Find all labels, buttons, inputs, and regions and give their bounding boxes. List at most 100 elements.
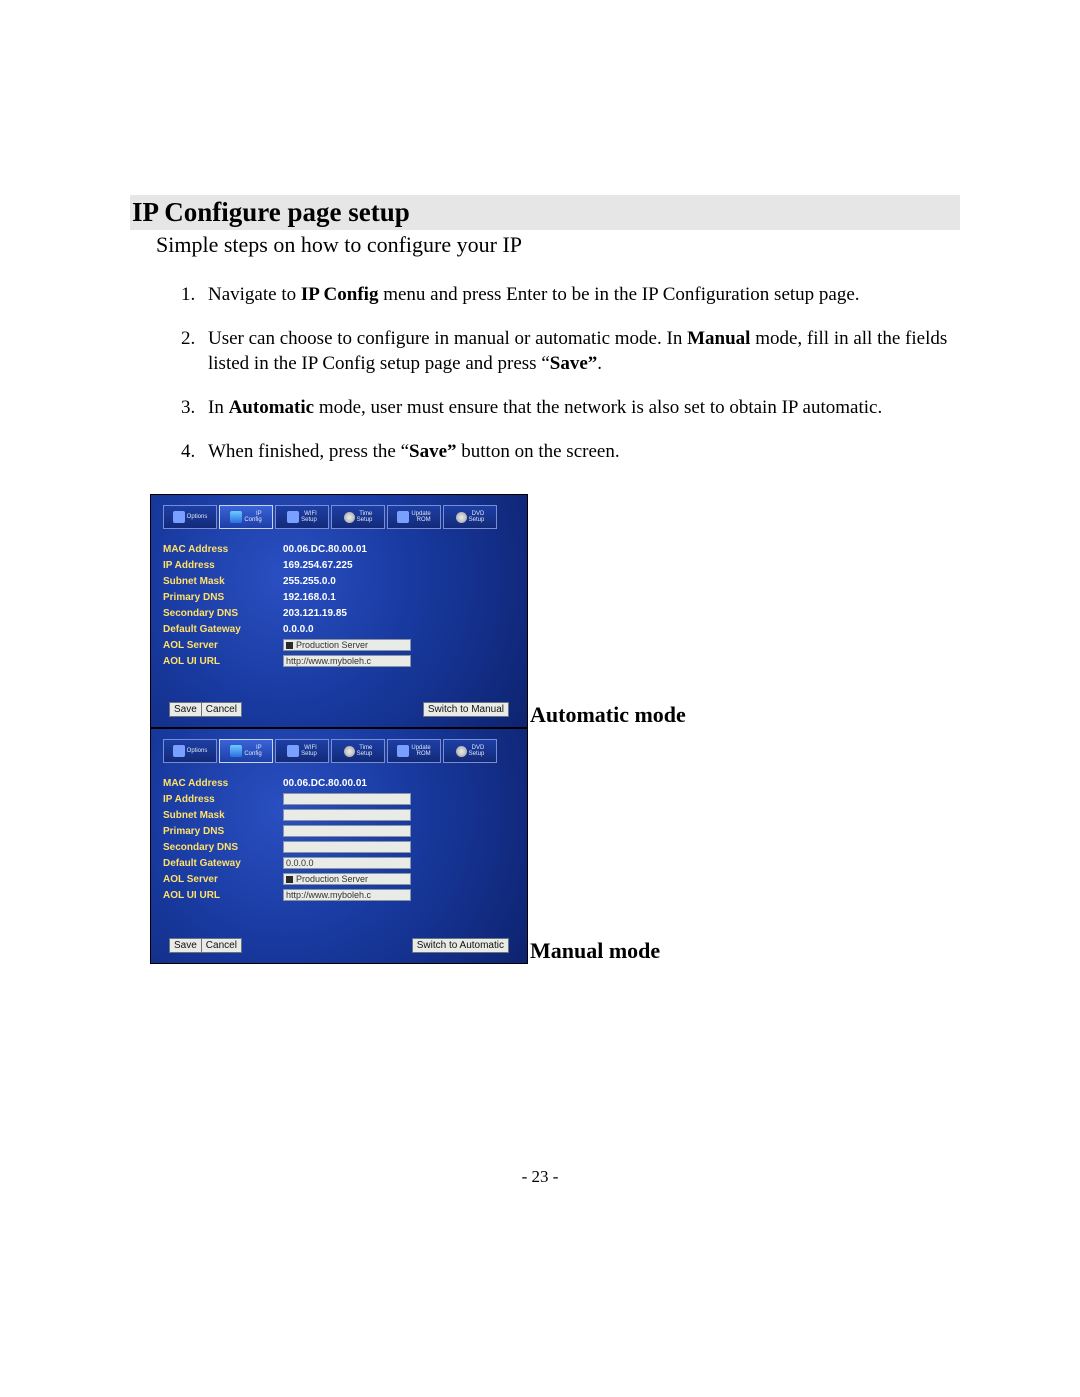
aol-url-input[interactable]: http://www.myboleh.c	[283, 889, 411, 901]
switch-to-automatic-button[interactable]: Switch to Automatic	[412, 938, 509, 953]
label-default-gateway: Default Gateway	[163, 858, 283, 869]
aol-url-input[interactable]: http://www.myboleh.c	[283, 655, 411, 667]
label-secondary-dns: Secondary DNS	[163, 842, 283, 853]
update-icon	[397, 511, 409, 523]
disc-icon	[456, 512, 467, 523]
label-primary-dns: Primary DNS	[163, 592, 283, 603]
text: In	[208, 397, 229, 418]
tab-label: Time Setup	[357, 745, 373, 757]
step-3: In Automatic mode, user must ensure that…	[200, 395, 950, 421]
value-mac-address: 00.06.DC.80.00.01	[283, 778, 367, 789]
text-bold: Save”	[409, 441, 457, 462]
step-1: Navigate to IP Config menu and press Ent…	[200, 282, 950, 308]
ip-config-icon	[230, 511, 242, 523]
caption-automatic-mode: Automatic mode	[530, 702, 686, 728]
label-default-gateway: Default Gateway	[163, 624, 283, 635]
label-secondary-dns: Secondary DNS	[163, 608, 283, 619]
step-4: When finished, press the “Save” button o…	[200, 439, 950, 465]
label-aol-server: AOL Server	[163, 640, 283, 651]
secondary-dns-input[interactable]	[283, 841, 411, 853]
options-icon	[173, 745, 185, 757]
value-ip-address: 169.254.67.225	[283, 560, 353, 571]
tab-label: Options	[187, 748, 208, 754]
cancel-button[interactable]: Cancel	[202, 702, 242, 717]
save-button[interactable]: Save	[169, 938, 202, 953]
label-mac-address: MAC Address	[163, 544, 283, 555]
label-aol-server: AOL Server	[163, 874, 283, 885]
tab-options[interactable]: Options	[163, 505, 217, 529]
label-ip-address: IP Address	[163, 794, 283, 805]
tab-label: Time Setup	[357, 511, 373, 523]
text: .	[597, 353, 602, 374]
wifi-icon	[287, 511, 299, 523]
tab-update-rom[interactable]: Update ROM	[387, 739, 441, 763]
screenshot-automatic-mode: Options IP Config WIFI Setup Time Setup …	[150, 494, 528, 728]
step-2: User can choose to configure in manual o…	[200, 326, 950, 377]
clock-icon	[344, 512, 355, 523]
label-mac-address: MAC Address	[163, 778, 283, 789]
tab-label: Options	[187, 514, 208, 520]
value-primary-dns: 192.168.0.1	[283, 592, 336, 603]
text: mode, user must ensure that the network …	[314, 397, 882, 418]
default-gateway-input[interactable]: 0.0.0.0	[283, 857, 411, 869]
page-heading: IP Configure page setup	[130, 195, 960, 230]
tab-label: DVD Setup	[469, 511, 485, 523]
cancel-button[interactable]: Cancel	[202, 938, 242, 953]
tab-label: Update ROM	[411, 511, 430, 523]
disc-icon	[456, 746, 467, 757]
tab-ip-config[interactable]: IP Config	[219, 505, 273, 529]
tab-update-rom[interactable]: Update ROM	[387, 505, 441, 529]
config-tabbar: Options IP Config WIFI Setup Time Setup …	[163, 505, 515, 529]
page-subtitle: Simple steps on how to configure your IP	[156, 232, 960, 258]
text-bold: Save”	[550, 353, 598, 374]
text-bold: IP Config	[301, 284, 379, 305]
tab-ip-config[interactable]: IP Config	[219, 739, 273, 763]
tab-time-setup[interactable]: Time Setup	[331, 505, 385, 529]
text: button on the screen.	[457, 441, 620, 462]
aol-server-input[interactable]: Production Server	[283, 873, 411, 885]
caption-manual-mode: Manual mode	[530, 938, 660, 964]
tab-options[interactable]: Options	[163, 739, 217, 763]
text: User can choose to configure in manual o…	[208, 328, 687, 349]
tab-label: Update ROM	[411, 745, 430, 757]
clock-icon	[344, 746, 355, 757]
label-subnet-mask: Subnet Mask	[163, 810, 283, 821]
value-mac-address: 00.06.DC.80.00.01	[283, 544, 367, 555]
text: Navigate to	[208, 284, 301, 305]
value-default-gateway: 0.0.0.0	[283, 624, 314, 635]
tab-wifi-setup[interactable]: WIFI Setup	[275, 739, 329, 763]
value-subnet-mask: 255.255.0.0	[283, 576, 336, 587]
label-ip-address: IP Address	[163, 560, 283, 571]
tab-dvd-setup[interactable]: DVD Setup	[443, 739, 497, 763]
label-aol-ui-url: AOL UI URL	[163, 890, 283, 901]
page-number: - 23 -	[0, 1167, 1080, 1187]
tab-label: IP Config	[244, 511, 261, 523]
text-bold: Automatic	[229, 397, 314, 418]
screenshot-manual-mode: Options IP Config WIFI Setup Time Setup …	[150, 728, 528, 964]
label-subnet-mask: Subnet Mask	[163, 576, 283, 587]
ip-config-icon	[230, 745, 242, 757]
update-icon	[397, 745, 409, 757]
options-icon	[173, 511, 185, 523]
tab-time-setup[interactable]: Time Setup	[331, 739, 385, 763]
wifi-icon	[287, 745, 299, 757]
label-primary-dns: Primary DNS	[163, 826, 283, 837]
tab-wifi-setup[interactable]: WIFI Setup	[275, 505, 329, 529]
label-aol-ui-url: AOL UI URL	[163, 656, 283, 667]
switch-to-manual-button[interactable]: Switch to Manual	[423, 702, 509, 717]
ip-address-input[interactable]	[283, 793, 411, 805]
primary-dns-input[interactable]	[283, 825, 411, 837]
config-tabbar: Options IP Config WIFI Setup Time Setup …	[163, 739, 515, 763]
save-button[interactable]: Save	[169, 702, 202, 717]
tab-dvd-setup[interactable]: DVD Setup	[443, 505, 497, 529]
tab-label: WIFI Setup	[301, 511, 317, 523]
subnet-mask-input[interactable]	[283, 809, 411, 821]
value-secondary-dns: 203.121.19.85	[283, 608, 347, 619]
text: When finished, press the “	[208, 441, 409, 462]
tab-label: WIFI Setup	[301, 745, 317, 757]
tab-label: DVD Setup	[469, 745, 485, 757]
tab-label: IP Config	[244, 745, 261, 757]
text-bold: Manual	[687, 328, 750, 349]
instruction-list: Navigate to IP Config menu and press Ent…	[170, 282, 960, 464]
aol-server-input[interactable]: Production Server	[283, 639, 411, 651]
